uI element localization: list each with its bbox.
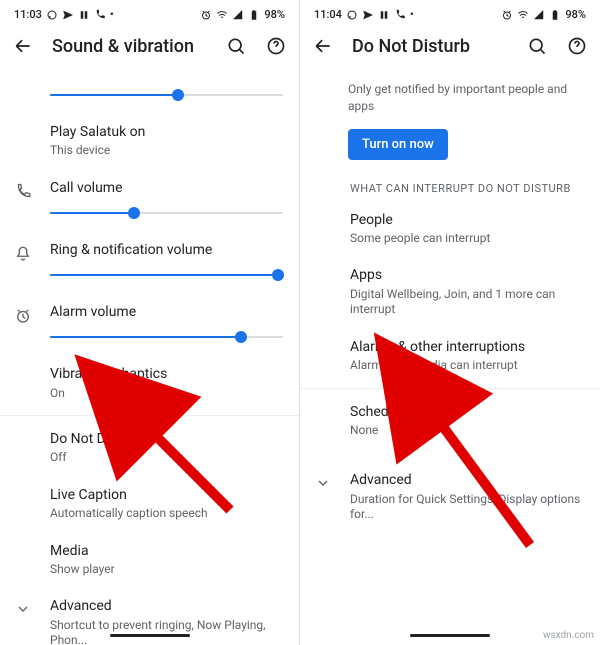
status-bar: 11:03 • 98% [0,0,299,25]
section-heading: WHAT CAN INTERRUPT DO NOT DISTURB [300,166,600,201]
vibration-row[interactable]: Vibration & haptics On [0,355,299,411]
dnd-row[interactable]: Do Not Disturb Off [0,420,299,476]
search-button[interactable] [225,35,247,57]
advanced-row[interactable]: Advanced Duration for Quick Settings, Di… [300,461,600,532]
whatsapp-icon [46,9,58,21]
live-caption-title: Live Caption [50,486,283,504]
page-title: Sound & vibration [52,36,207,57]
alarms-title: Alarms & other interruptions [350,338,584,356]
battery-icon [549,9,561,21]
alarm-volume-slider[interactable] [50,329,283,345]
ring-volume-row[interactable]: Ring & notification volume [0,231,299,293]
home-indicator[interactable] [410,634,490,637]
schedules-title: Schedules [350,403,584,421]
ring-volume-title: Ring & notification volume [50,241,283,259]
watermark: wsxdn.com [543,630,594,641]
phone-small-icon [394,9,406,21]
page-title: Do Not Disturb [352,36,508,57]
media-row[interactable]: Media Show player [0,532,299,588]
media-volume-slider[interactable] [50,87,283,103]
call-volume-row[interactable]: Call volume [0,169,299,231]
media-slider-row[interactable] [0,69,299,113]
vibration-title: Vibration & haptics [50,365,283,383]
wifi-icon [517,9,529,21]
salatuk-subtitle: This device [50,143,283,159]
phone-icon [14,179,50,201]
alarms-row[interactable]: Alarms & other interruptions Alarms and … [300,328,600,384]
apps-row[interactable]: Apps Digital Wellbeing, Join, and 1 more… [300,256,600,327]
people-title: People [350,211,584,229]
live-caption-row[interactable]: Live Caption Automatically caption speec… [0,476,299,532]
schedules-row[interactable]: Schedules None [300,393,600,449]
dnd-title: Do Not Disturb [50,430,283,448]
send-icon [362,9,374,21]
search-button[interactable] [526,35,548,57]
call-volume-title: Call volume [50,179,283,197]
advanced-subtitle: Shortcut to prevent ringing, Now Playing… [50,618,283,645]
alarm-status-icon [200,9,212,21]
advanced-title: Advanced [50,597,283,615]
status-time: 11:03 [14,8,42,21]
wifi-icon [216,9,228,21]
status-dot: • [410,8,414,21]
bell-icon [14,241,50,263]
people-subtitle: Some people can interrupt [350,231,584,247]
back-button[interactable] [312,35,334,57]
home-indicator[interactable] [110,634,190,637]
call-volume-slider[interactable] [50,205,283,221]
salatuk-row[interactable]: Play Salatuk on This device [0,113,299,169]
help-button[interactable] [566,35,588,57]
alarm-volume-title: Alarm volume [50,303,283,321]
battery-percent: 98% [565,8,586,21]
battery-percent: 98% [264,8,285,21]
dnd-subtitle: Off [50,450,283,466]
screen-sound-vibration: 11:03 • 98% Sound & vibration [0,0,300,645]
people-row[interactable]: People Some people can interrupt [300,201,600,257]
phone-small-icon [94,9,106,21]
battery-icon [248,9,260,21]
send-icon [62,9,74,21]
alarm-icon [14,303,50,325]
apps-subtitle: Digital Wellbeing, Join, and 1 more can … [350,287,584,318]
app-bar: Do Not Disturb [300,25,600,69]
turn-on-now-button[interactable]: Turn on now [348,129,448,160]
vibration-subtitle: On [50,386,283,402]
advanced-subtitle: Duration for Quick Settings, Display opt… [350,492,584,523]
divider [300,388,600,389]
alarm-volume-row[interactable]: Alarm volume [0,293,299,355]
alarm-status-icon [501,9,513,21]
dnd-description: Only get notified by important people an… [300,69,600,115]
pause-icon [378,9,390,21]
status-bar: 11:04 • 98% [300,0,600,25]
schedules-subtitle: None [350,423,584,439]
media-subtitle: Show player [50,562,283,578]
media-title: Media [50,542,283,560]
back-button[interactable] [12,35,34,57]
chevron-down-icon [14,597,32,617]
advanced-title: Advanced [350,471,584,489]
app-bar: Sound & vibration [0,25,299,69]
apps-title: Apps [350,266,584,284]
whatsapp-icon [346,9,358,21]
status-time: 11:04 [314,8,342,21]
pause-icon [78,9,90,21]
signal-icon [232,9,244,21]
alarms-subtitle: Alarms and media can interrupt [350,358,584,374]
signal-icon [533,9,545,21]
salatuk-title: Play Salatuk on [50,123,283,141]
ring-volume-slider[interactable] [50,267,283,283]
divider [0,415,299,416]
screen-dnd: 11:04 • 98% Do Not Disturb Only get noti… [300,0,600,645]
live-caption-subtitle: Automatically caption speech [50,506,283,522]
status-dot: • [110,8,114,21]
chevron-down-icon [314,471,332,491]
help-button[interactable] [265,35,287,57]
